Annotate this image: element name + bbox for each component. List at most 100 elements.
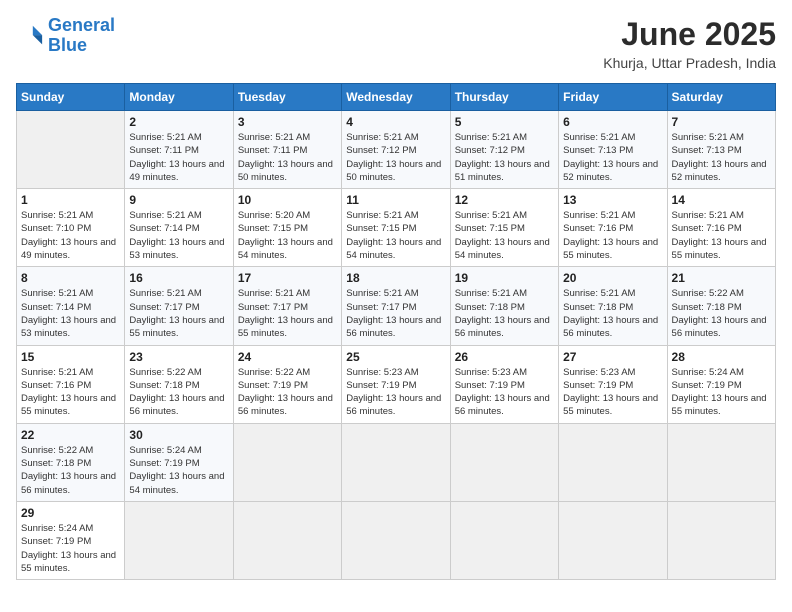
day-number: 27: [563, 350, 662, 364]
day-info: Sunrise: 5:21 AMSunset: 7:14 PMDaylight:…: [21, 287, 120, 340]
day-info: Sunrise: 5:22 AMSunset: 7:18 PMDaylight:…: [672, 287, 771, 340]
calendar-cell: [667, 501, 775, 579]
day-info: Sunrise: 5:23 AMSunset: 7:19 PMDaylight:…: [346, 366, 445, 419]
day-number: 1: [21, 193, 120, 207]
day-number: 17: [238, 271, 337, 285]
day-info: Sunrise: 5:23 AMSunset: 7:19 PMDaylight:…: [563, 366, 662, 419]
day-number: 5: [455, 115, 554, 129]
calendar-cell: 20 Sunrise: 5:21 AMSunset: 7:18 PMDayligh…: [559, 267, 667, 345]
day-number: 24: [238, 350, 337, 364]
calendar-cell: 27 Sunrise: 5:23 AMSunset: 7:19 PMDayligh…: [559, 345, 667, 423]
calendar-table: Sunday Monday Tuesday Wednesday Thursday…: [16, 83, 776, 580]
day-info: Sunrise: 5:21 AMSunset: 7:13 PMDaylight:…: [672, 131, 771, 184]
calendar-week-3: 15 Sunrise: 5:21 AMSunset: 7:16 PMDayligh…: [17, 345, 776, 423]
calendar-cell: [233, 423, 341, 501]
calendar-cell: 26Sunrise: 5:23 AMSunset: 7:19 PMDayligh…: [450, 345, 558, 423]
calendar-cell: 12Sunrise: 5:21 AMSunset: 7:15 PMDayligh…: [450, 189, 558, 267]
day-info: Sunrise: 5:20 AMSunset: 7:15 PMDaylight:…: [238, 209, 337, 262]
logo-text: General Blue: [48, 16, 115, 56]
calendar-cell: 7 Sunrise: 5:21 AMSunset: 7:13 PMDaylight…: [667, 111, 775, 189]
day-number: 10: [238, 193, 337, 207]
col-friday: Friday: [559, 84, 667, 111]
day-number: 11: [346, 193, 445, 207]
day-number: 25: [346, 350, 445, 364]
day-number: 3: [238, 115, 337, 129]
day-number: 2: [129, 115, 228, 129]
day-number: 29: [21, 506, 120, 520]
calendar-cell: 18 Sunrise: 5:21 AMSunset: 7:17 PMDayligh…: [342, 267, 450, 345]
day-number: 9: [129, 193, 228, 207]
day-info: Sunrise: 5:21 AMSunset: 7:17 PMDaylight:…: [129, 287, 228, 340]
day-number: 16: [129, 271, 228, 285]
calendar-cell: 17 Sunrise: 5:21 AMSunset: 7:17 PMDayligh…: [233, 267, 341, 345]
calendar-title: June 2025: [603, 16, 776, 53]
calendar-cell: 19 Sunrise: 5:21 AMSunset: 7:18 PMDayligh…: [450, 267, 558, 345]
day-number: 7: [672, 115, 771, 129]
day-info: Sunrise: 5:21 AMSunset: 7:13 PMDaylight:…: [563, 131, 662, 184]
calendar-cell: 13Sunrise: 5:21 AMSunset: 7:16 PMDayligh…: [559, 189, 667, 267]
col-monday: Monday: [125, 84, 233, 111]
calendar-week-0: 2 Sunrise: 5:21 AMSunset: 7:11 PMDaylight…: [17, 111, 776, 189]
day-info: Sunrise: 5:21 AMSunset: 7:14 PMDaylight:…: [129, 209, 228, 262]
col-tuesday: Tuesday: [233, 84, 341, 111]
calendar-cell: 28Sunrise: 5:24 AMSunset: 7:19 PMDayligh…: [667, 345, 775, 423]
day-number: 20: [563, 271, 662, 285]
day-number: 8: [21, 271, 120, 285]
day-number: 19: [455, 271, 554, 285]
calendar-cell: 16 Sunrise: 5:21 AMSunset: 7:17 PMDayligh…: [125, 267, 233, 345]
calendar-cell: [450, 501, 558, 579]
day-info: Sunrise: 5:21 AMSunset: 7:17 PMDaylight:…: [346, 287, 445, 340]
calendar-cell: 6 Sunrise: 5:21 AMSunset: 7:13 PMDaylight…: [559, 111, 667, 189]
day-number: 28: [672, 350, 771, 364]
day-number: 18: [346, 271, 445, 285]
day-info: Sunrise: 5:22 AMSunset: 7:19 PMDaylight:…: [238, 366, 337, 419]
calendar-cell: 22Sunrise: 5:22 AMSunset: 7:18 PMDayligh…: [17, 423, 125, 501]
calendar-cell: [125, 501, 233, 579]
day-info: Sunrise: 5:21 AMSunset: 7:18 PMDaylight:…: [455, 287, 554, 340]
day-info: Sunrise: 5:21 AMSunset: 7:12 PMDaylight:…: [346, 131, 445, 184]
calendar-cell: 3 Sunrise: 5:21 AMSunset: 7:11 PMDaylight…: [233, 111, 341, 189]
page-header: General Blue June 2025 Khurja, Uttar Pra…: [16, 16, 776, 71]
day-number: 13: [563, 193, 662, 207]
calendar-cell: [559, 423, 667, 501]
calendar-cell: 11 Sunrise: 5:21 AMSunset: 7:15 PMDayligh…: [342, 189, 450, 267]
day-info: Sunrise: 5:21 AMSunset: 7:15 PMDaylight:…: [346, 209, 445, 262]
day-info: Sunrise: 5:21 AMSunset: 7:16 PMDaylight:…: [672, 209, 771, 262]
calendar-cell: 9 Sunrise: 5:21 AMSunset: 7:14 PMDaylight…: [125, 189, 233, 267]
calendar-week-1: 1 Sunrise: 5:21 AMSunset: 7:10 PMDaylight…: [17, 189, 776, 267]
calendar-cell: [667, 423, 775, 501]
day-info: Sunrise: 5:21 AMSunset: 7:10 PMDaylight:…: [21, 209, 120, 262]
col-saturday: Saturday: [667, 84, 775, 111]
day-info: Sunrise: 5:21 AMSunset: 7:15 PMDaylight:…: [455, 209, 554, 262]
calendar-cell: [450, 423, 558, 501]
day-info: Sunrise: 5:21 AMSunset: 7:12 PMDaylight:…: [455, 131, 554, 184]
calendar-cell: [559, 501, 667, 579]
calendar-cell: 21 Sunrise: 5:22 AMSunset: 7:18 PMDayligh…: [667, 267, 775, 345]
calendar-cell: [342, 501, 450, 579]
day-info: Sunrise: 5:21 AMSunset: 7:18 PMDaylight:…: [563, 287, 662, 340]
day-number: 15: [21, 350, 120, 364]
calendar-cell: 1 Sunrise: 5:21 AMSunset: 7:10 PMDaylight…: [17, 189, 125, 267]
day-number: 23: [129, 350, 228, 364]
day-info: Sunrise: 5:24 AMSunset: 7:19 PMDaylight:…: [129, 444, 228, 497]
calendar-subtitle: Khurja, Uttar Pradesh, India: [603, 55, 776, 71]
header-row: Sunday Monday Tuesday Wednesday Thursday…: [17, 84, 776, 111]
day-info: Sunrise: 5:21 AMSunset: 7:11 PMDaylight:…: [129, 131, 228, 184]
day-info: Sunrise: 5:22 AMSunset: 7:18 PMDaylight:…: [21, 444, 120, 497]
calendar-cell: 8 Sunrise: 5:21 AMSunset: 7:14 PMDaylight…: [17, 267, 125, 345]
col-wednesday: Wednesday: [342, 84, 450, 111]
day-number: 21: [672, 271, 771, 285]
day-number: 6: [563, 115, 662, 129]
day-info: Sunrise: 5:21 AMSunset: 7:17 PMDaylight:…: [238, 287, 337, 340]
calendar-cell: 29Sunrise: 5:24 AMSunset: 7:19 PMDayligh…: [17, 501, 125, 579]
day-number: 4: [346, 115, 445, 129]
calendar-cell: 30 Sunrise: 5:24 AMSunset: 7:19 PMDayligh…: [125, 423, 233, 501]
day-number: 30: [129, 428, 228, 442]
day-info: Sunrise: 5:21 AMSunset: 7:16 PMDaylight:…: [21, 366, 120, 419]
day-info: Sunrise: 5:21 AMSunset: 7:11 PMDaylight:…: [238, 131, 337, 184]
calendar-cell: 5 Sunrise: 5:21 AMSunset: 7:12 PMDaylight…: [450, 111, 558, 189]
logo-icon: [16, 22, 44, 50]
calendar-cell: 25 Sunrise: 5:23 AMSunset: 7:19 PMDayligh…: [342, 345, 450, 423]
calendar-cell: [233, 501, 341, 579]
title-block: June 2025 Khurja, Uttar Pradesh, India: [603, 16, 776, 71]
